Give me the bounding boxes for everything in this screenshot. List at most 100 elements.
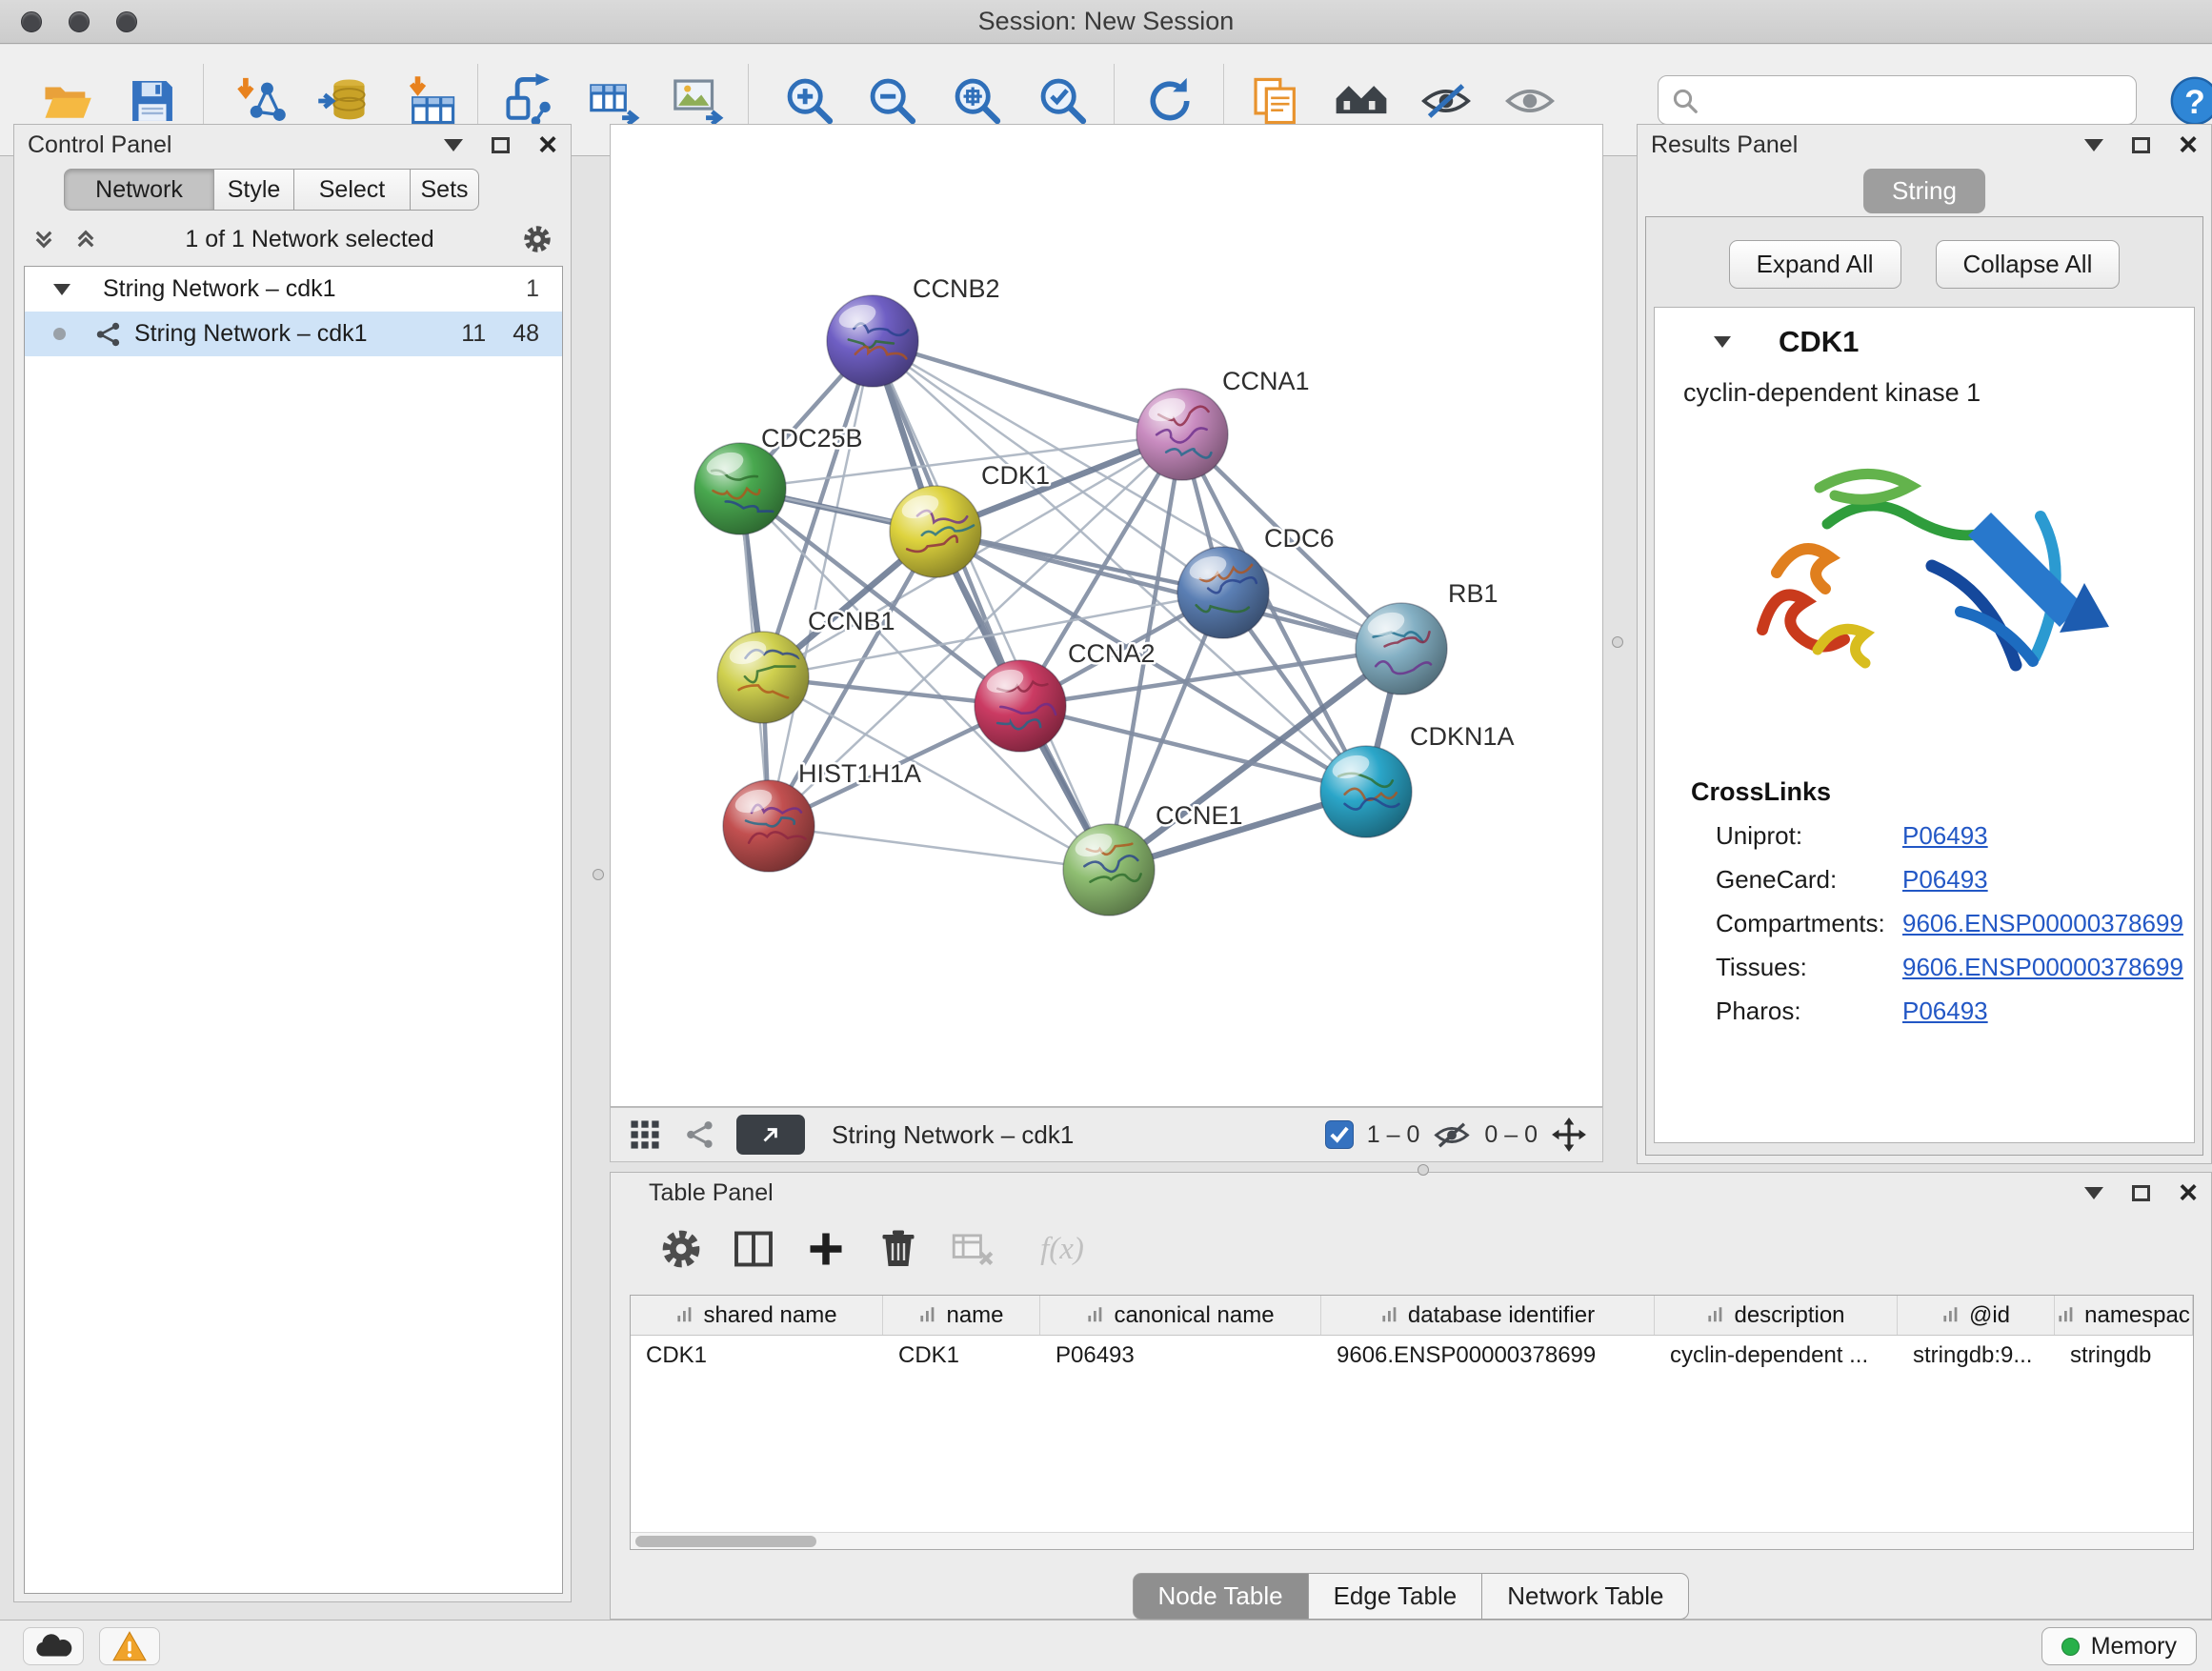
crosslink-tissues[interactable]: 9606.ENSP00000378699 (1902, 953, 2183, 982)
panel-collapse-icon[interactable] (444, 139, 463, 151)
cloud-icon (33, 1632, 73, 1661)
results-panel: Results Panel × String Expand All Collap… (1637, 124, 2212, 1164)
network-edge-CCNB2-CCNE1[interactable] (873, 341, 1109, 870)
memory-button[interactable]: Memory (2041, 1627, 2197, 1665)
window-title: Session: New Session (978, 7, 1235, 36)
table-cell-id[interactable]: stringdb:9... (1898, 1336, 2055, 1376)
table-cell-shared-name[interactable]: CDK1 (631, 1336, 883, 1376)
delete-table-button[interactable] (944, 1220, 1001, 1278)
network-node-CCNA1[interactable]: CCNA1 (1136, 367, 1310, 480)
network-node-CDK1[interactable]: CDK1 (890, 461, 1050, 577)
column-header-id[interactable]: @id (1898, 1296, 2055, 1335)
column-header-description[interactable]: description (1655, 1296, 1898, 1335)
panel-close-icon[interactable]: × (2179, 1183, 2198, 1202)
crosslink-label: GeneCard: (1716, 865, 1902, 895)
splitter-handle[interactable] (593, 869, 604, 880)
network-graph[interactable]: CCNB2CCNA1CDC25BCDK1CDC6RB1CCNB1CCNA2CDK… (611, 125, 1602, 1106)
function-builder-button[interactable]: f(x) (1015, 1220, 1110, 1278)
selected-checkbox[interactable] (1325, 1120, 1354, 1149)
chevron-double-down-icon[interactable] (31, 227, 56, 252)
pan-move-icon[interactable] (1551, 1117, 1587, 1153)
network-tree: String Network – cdk1 1 String Network –… (24, 266, 563, 1594)
network-edge-CCNB2-CCNA1[interactable] (873, 341, 1182, 434)
splitter-handle[interactable] (1612, 636, 1623, 648)
network-node-CCNB1[interactable]: CCNB1 (717, 607, 895, 723)
search-input[interactable] (1658, 75, 2137, 125)
tab-style[interactable]: Style (214, 169, 294, 211)
tab-select[interactable]: Select (294, 169, 411, 211)
table-settings-button[interactable] (653, 1220, 710, 1278)
network-edge-HIST1H1A-CCNE1[interactable] (769, 826, 1109, 870)
panel-collapse-icon[interactable] (2084, 139, 2103, 151)
expand-all-button[interactable]: Expand All (1729, 240, 1901, 289)
network-node-HIST1H1A[interactable]: HIST1H1A (723, 759, 921, 872)
window-zoom-button[interactable] (116, 11, 137, 32)
table-cell-database-identifier[interactable]: 9606.ENSP00000378699 (1321, 1336, 1655, 1376)
network-node-label: CCNB1 (808, 607, 895, 635)
crosslink-label: Tissues: (1716, 953, 1902, 982)
gear-icon[interactable] (521, 223, 553, 255)
protein-description: cyclin-dependent kinase 1 (1655, 359, 2194, 408)
network-node-CDKN1A[interactable]: CDKN1A (1320, 722, 1515, 837)
show-columns-button[interactable] (725, 1220, 782, 1278)
network-edges[interactable] (740, 341, 1401, 870)
crosslink-row: Tissues: 9606.ENSP00000378699 (1655, 953, 2194, 982)
warnings-button[interactable] (99, 1627, 160, 1665)
cloud-status-button[interactable] (23, 1627, 84, 1665)
tab-network[interactable]: Network (64, 169, 214, 211)
export-table-icon (587, 73, 642, 129)
network-row[interactable]: String Network – cdk1 11 48 (25, 312, 562, 356)
panel-close-icon[interactable]: × (538, 135, 557, 154)
detach-view-button[interactable] (736, 1115, 805, 1155)
panel-close-icon[interactable]: × (2179, 135, 2198, 154)
column-header-label: @id (1969, 1302, 2010, 1329)
table-cell-name[interactable]: CDK1 (883, 1336, 1040, 1376)
network-node-RB1[interactable]: RB1 (1356, 579, 1498, 695)
tab-node-table[interactable]: Node Table (1133, 1573, 1309, 1620)
splitter-handle[interactable] (1418, 1164, 1429, 1176)
results-panel-title: Results Panel (1651, 131, 1798, 159)
zoom-fit-icon (950, 73, 1005, 129)
network-node-CCNE1[interactable]: CCNE1 (1063, 801, 1243, 916)
grid-view-button[interactable] (626, 1116, 664, 1154)
panel-collapse-icon[interactable] (2084, 1187, 2103, 1199)
sort-icon (675, 1306, 694, 1325)
tab-edge-table[interactable]: Edge Table (1309, 1573, 1483, 1620)
table-cell-description[interactable]: cyclin-dependent ... (1655, 1336, 1898, 1376)
tree-expand-icon[interactable] (53, 284, 70, 295)
window-close-button[interactable] (21, 11, 42, 32)
protein-collapse-icon[interactable] (1714, 336, 1731, 348)
chevron-double-up-icon[interactable] (73, 227, 98, 252)
crosslink-compartments[interactable]: 9606.ENSP00000378699 (1902, 909, 2183, 938)
crosslink-uniprot[interactable]: P06493 (1902, 821, 1988, 851)
collapse-all-button[interactable]: Collapse All (1936, 240, 2121, 289)
column-header-shared-name[interactable]: shared name (631, 1296, 883, 1335)
delete-column-button[interactable] (870, 1220, 927, 1278)
column-header-database-identifier[interactable]: database identifier (1321, 1296, 1655, 1335)
window-minimize-button[interactable] (69, 11, 90, 32)
table-cell-canonical-name[interactable]: P06493 (1040, 1336, 1321, 1376)
column-header-label: shared name (703, 1302, 836, 1329)
column-header-canonical-name[interactable]: canonical name (1040, 1296, 1321, 1335)
horizontal-scrollbar[interactable] (631, 1532, 2193, 1549)
table-row[interactable]: CDK1 CDK1 P06493 9606.ENSP00000378699 cy… (631, 1336, 2193, 1376)
scrollbar-thumb[interactable] (635, 1536, 816, 1547)
crosslink-pharos[interactable]: P06493 (1902, 997, 1988, 1026)
panel-float-icon[interactable] (492, 137, 510, 153)
tab-network-table[interactable]: Network Table (1482, 1573, 1689, 1620)
network-overview-button[interactable] (681, 1116, 719, 1154)
tab-sets[interactable]: Sets (411, 169, 479, 211)
crosslink-genecard[interactable]: P06493 (1902, 865, 1988, 895)
sort-icon (1941, 1306, 1961, 1325)
tab-string[interactable]: String (1863, 169, 1985, 213)
column-header-name[interactable]: name (883, 1296, 1040, 1335)
network-collection-row[interactable]: String Network – cdk1 1 (25, 267, 562, 312)
network-edge-CCNB2-HIST1H1A[interactable] (769, 341, 873, 826)
hidden-eye-icon[interactable] (1433, 1119, 1471, 1151)
panel-float-icon[interactable] (2132, 137, 2150, 153)
panel-float-icon[interactable] (2132, 1185, 2150, 1201)
column-header-namespace[interactable]: namespac (2055, 1296, 2193, 1335)
table-cell-namespace[interactable]: stringdb (2055, 1336, 2193, 1376)
network-view-canvas[interactable]: CCNB2CCNA1CDC25BCDK1CDC6RB1CCNB1CCNA2CDK… (610, 124, 1603, 1107)
create-column-button[interactable] (797, 1220, 855, 1278)
